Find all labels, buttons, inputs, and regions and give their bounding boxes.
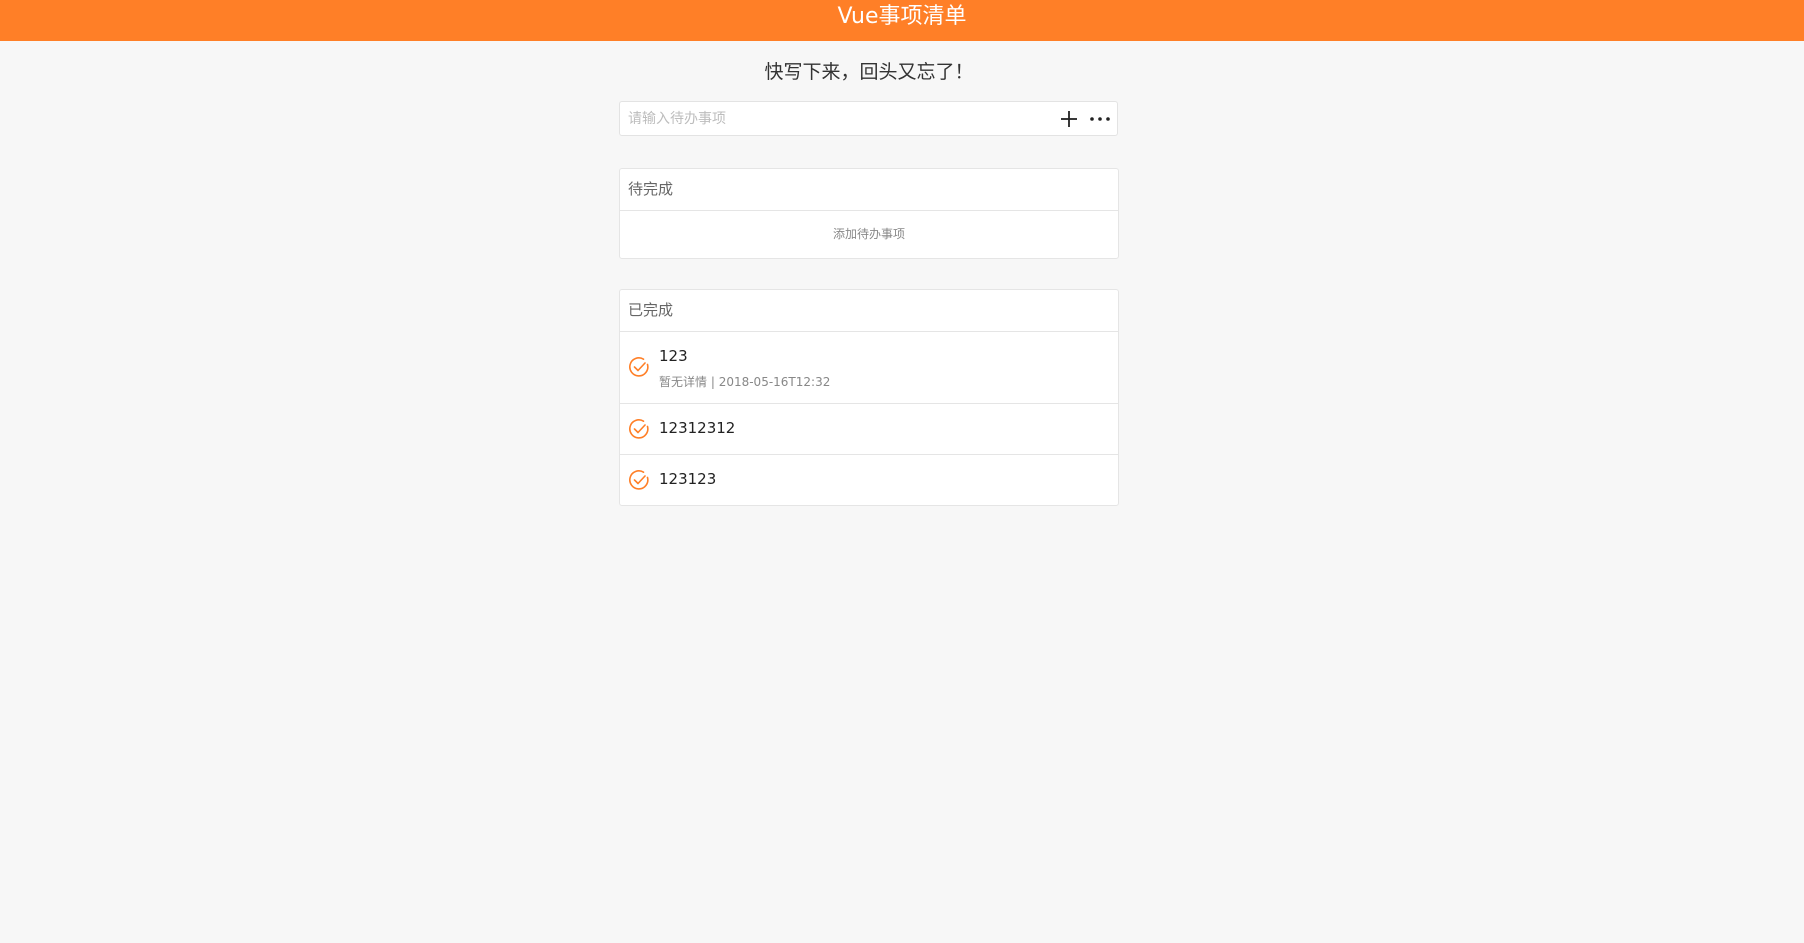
done-panel-title: 已完成 — [620, 290, 1118, 332]
plus-icon[interactable] — [1058, 108, 1080, 130]
check-circle-icon[interactable] — [628, 469, 650, 491]
pending-empty-hint: 添加待办事项 — [832, 227, 905, 241]
check-circle-icon[interactable] — [628, 356, 650, 378]
todo-input[interactable] — [628, 102, 1038, 135]
done-item[interactable]: 12312312 — [620, 404, 1118, 455]
done-item-detail: 暂无详情 — [659, 375, 708, 389]
done-item[interactable]: 123123 — [620, 455, 1118, 505]
todo-input-box — [619, 101, 1118, 136]
more-dots-icon[interactable] — [1088, 108, 1112, 130]
check-circle-icon[interactable] — [628, 418, 650, 440]
done-panel: 已完成 123 暂无详情 | 2018-05-16T12:32 12312312… — [619, 289, 1119, 506]
done-item-time: 2018-05-16T12:32 — [718, 375, 831, 389]
slogan: 快写下来，回头又忘了！ — [764, 61, 974, 83]
done-item-meta: 暂无详情 | 2018-05-16T12:32 — [659, 375, 831, 389]
done-item-title: 123123 — [659, 470, 717, 488]
pending-panel: 待完成 添加待办事项 — [619, 168, 1119, 259]
app-header: Vue事项清单 — [0, 0, 1804, 41]
app-title: Vue事项清单 — [837, 3, 967, 29]
done-item-title: 123 — [659, 347, 688, 365]
pending-panel-title: 待完成 — [620, 169, 1118, 211]
done-item[interactable]: 123 暂无详情 | 2018-05-16T12:32 — [620, 332, 1118, 404]
done-item-title: 12312312 — [659, 419, 736, 437]
